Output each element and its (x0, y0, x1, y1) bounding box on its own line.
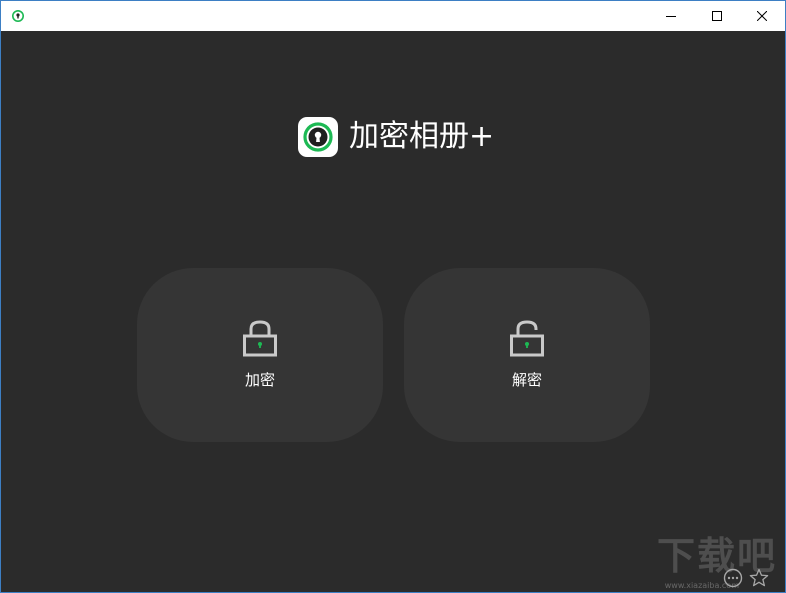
maximize-button[interactable] (694, 1, 740, 31)
app-window: 加密相册+ 加密 解密 下载吧 www.xiazaiba.com (0, 0, 786, 593)
more-icon (723, 568, 743, 588)
encrypt-button[interactable]: 加密 (137, 268, 383, 442)
decrypt-button[interactable]: 解密 (404, 268, 650, 442)
main-content: 加密相册+ 加密 解密 下载吧 www.xiazaiba.com (1, 31, 785, 592)
maximize-icon (712, 11, 722, 21)
decrypt-label: 解密 (511, 371, 542, 389)
title-bar[interactable] (1, 1, 785, 31)
app-title: 加密相册+ (349, 119, 495, 154)
encrypt-label: 加密 (244, 371, 275, 389)
close-icon (757, 11, 767, 21)
watermark: 下载吧 www.xiazaiba.com (637, 534, 777, 590)
lock-open-icon (510, 320, 544, 357)
minimize-icon (666, 16, 676, 17)
close-button[interactable] (739, 1, 785, 31)
keyhole-logo-icon (303, 122, 333, 152)
lock-closed-icon (243, 320, 277, 357)
keyhole-logo-icon (12, 10, 24, 22)
app-logo (298, 117, 338, 157)
star-icon (749, 568, 769, 587)
minimize-button[interactable] (648, 1, 694, 31)
app-brand: 加密相册+ (298, 117, 494, 157)
